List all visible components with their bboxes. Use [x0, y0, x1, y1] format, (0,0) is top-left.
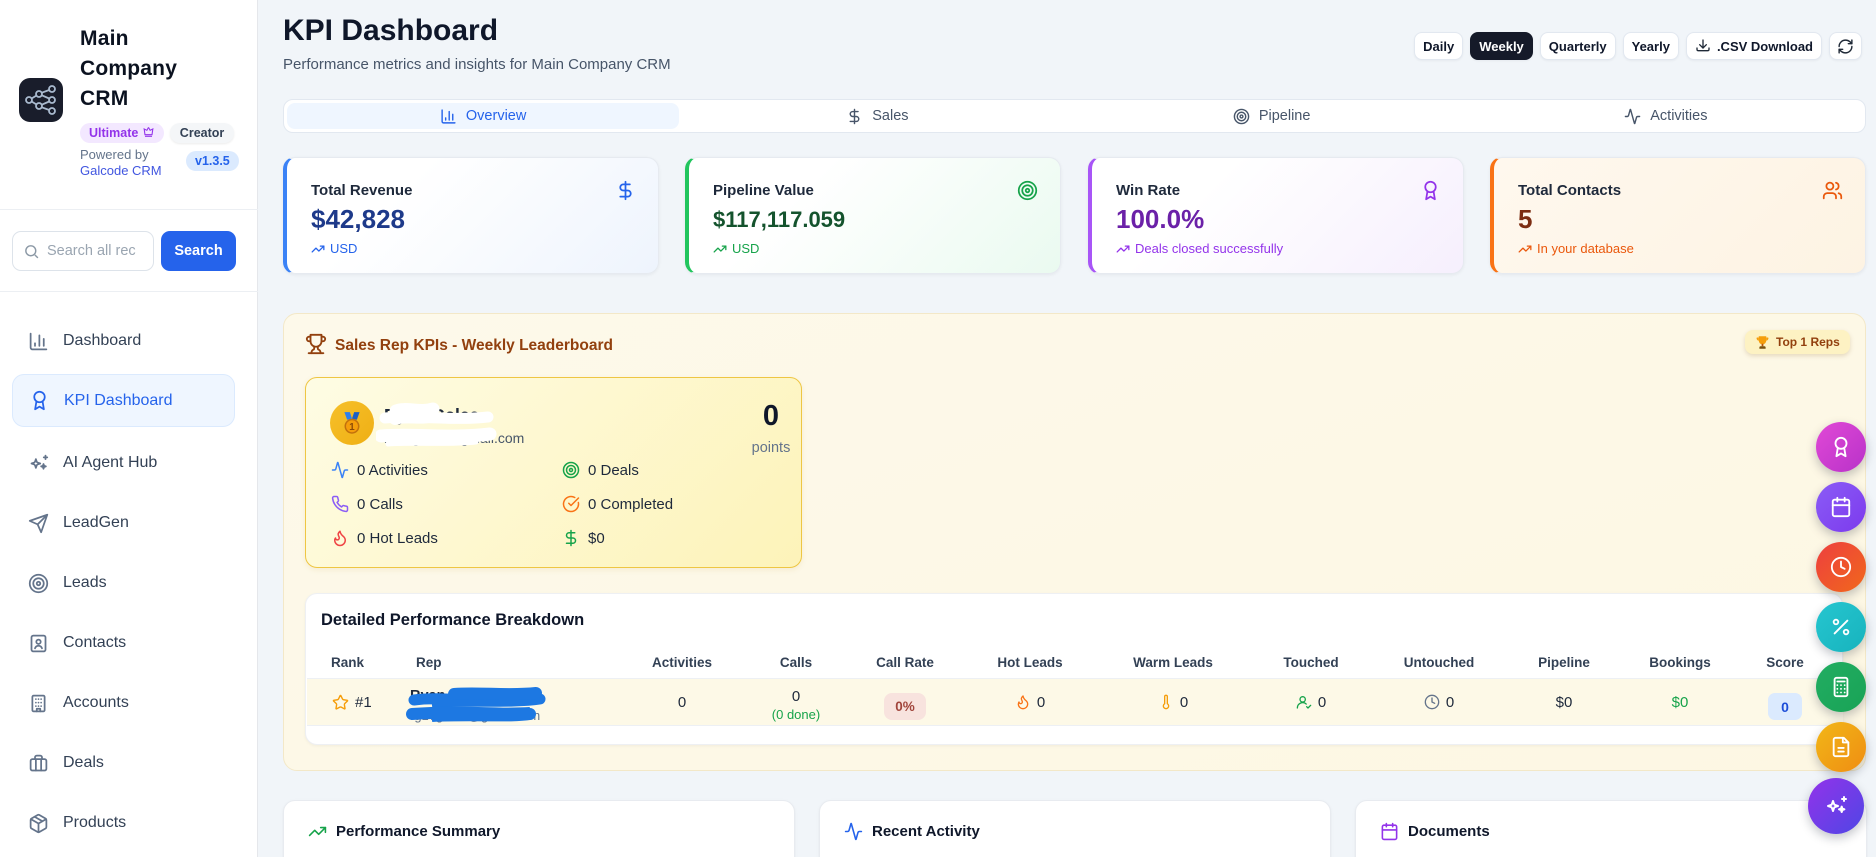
svg-text:1: 1: [349, 422, 355, 433]
